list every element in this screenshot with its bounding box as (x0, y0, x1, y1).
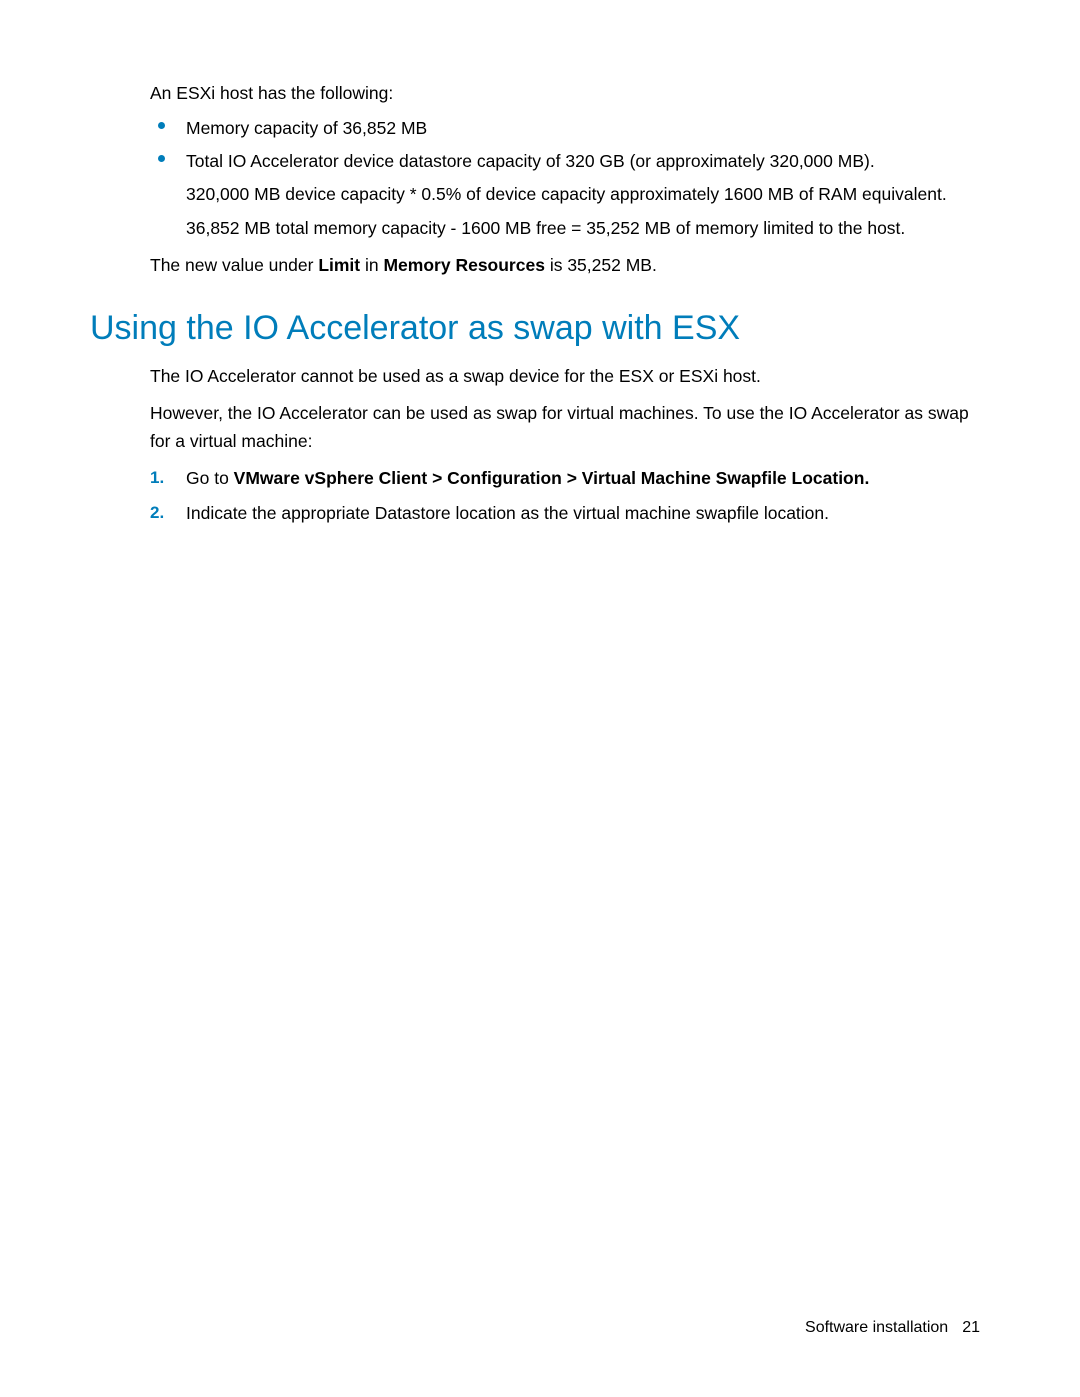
text-span: is 35,252 MB. (545, 255, 657, 275)
footer-section-label: Software installation (805, 1319, 948, 1336)
bold-text: Memory Resources (383, 255, 544, 275)
list-item: 2. Indicate the appropriate Datastore lo… (150, 500, 990, 527)
section-content: The IO Accelerator cannot be used as a s… (150, 363, 990, 527)
paragraph: The IO Accelerator cannot be used as a s… (150, 363, 990, 390)
text-span: in (360, 255, 383, 275)
bullet-icon (158, 122, 165, 129)
page-footer: Software installation 21 (805, 1319, 980, 1337)
section-heading: Using the IO Accelerator as swap with ES… (90, 307, 990, 350)
content-block: An ESXi host has the following: Memory c… (150, 80, 990, 279)
step-number: 2. (150, 500, 164, 526)
list-item: 1. Go to VMware vSphere Client > Configu… (150, 465, 990, 492)
summary-paragraph: The new value under Limit in Memory Reso… (150, 252, 990, 279)
document-page: An ESXi host has the following: Memory c… (0, 0, 1080, 1397)
bullet-text: Memory capacity of 36,852 MB (186, 118, 427, 138)
bullet-subtext: 36,852 MB total memory capacity - 1600 M… (186, 215, 990, 242)
bullet-subtext: 320,000 MB device capacity * 0.5% of dev… (186, 181, 990, 208)
numbered-list: 1. Go to VMware vSphere Client > Configu… (150, 465, 990, 527)
step-text: Go to (186, 468, 234, 488)
bold-text: VMware vSphere Client > Configuration > … (234, 468, 870, 488)
bullet-text: Total IO Accelerator device datastore ca… (186, 151, 875, 171)
bullet-list: Memory capacity of 36,852 MB Total IO Ac… (150, 115, 990, 242)
page-number: 21 (962, 1319, 980, 1336)
bullet-icon (158, 155, 165, 162)
step-text: Indicate the appropriate Datastore locat… (186, 503, 829, 523)
bullet-item: Memory capacity of 36,852 MB (150, 115, 990, 142)
bullet-item: Total IO Accelerator device datastore ca… (150, 148, 990, 241)
paragraph: However, the IO Accelerator can be used … (150, 400, 990, 454)
intro-paragraph: An ESXi host has the following: (150, 80, 990, 107)
text-span: The new value under (150, 255, 318, 275)
step-number: 1. (150, 465, 164, 491)
bold-text: Limit (318, 255, 360, 275)
